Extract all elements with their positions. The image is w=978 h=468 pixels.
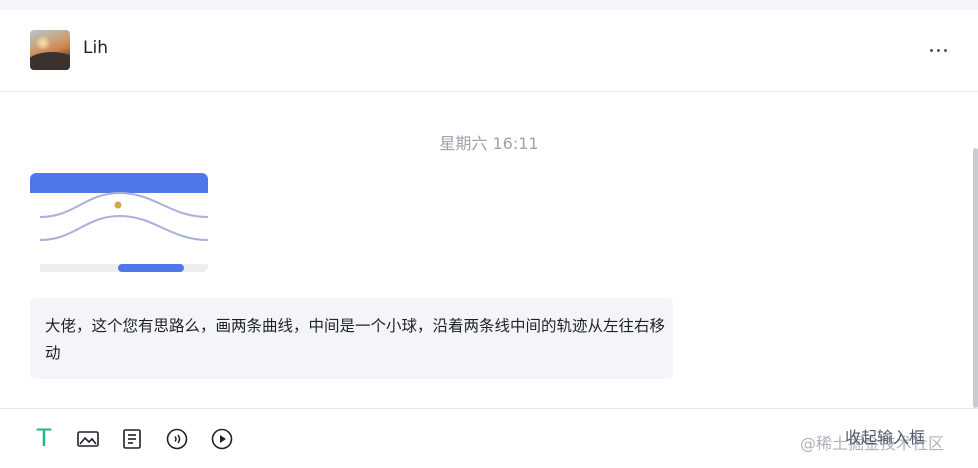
text-icon[interactable]: T — [32, 424, 56, 452]
avatar-ridge — [30, 52, 70, 70]
avatar[interactable] — [30, 30, 70, 70]
more-dot — [944, 49, 947, 52]
image-message[interactable] — [30, 173, 208, 272]
collapse-input-button[interactable]: 收起输入框 — [845, 424, 925, 448]
image-icon[interactable] — [76, 427, 100, 451]
more-options-icon[interactable] — [926, 38, 952, 62]
text-message: 大佬，这个您有思路么，画两条曲线，中间是一个小球，沿着两条线中间的轨迹从左往右移… — [45, 317, 666, 362]
chat-header: Lih — [0, 10, 978, 92]
scrollbar[interactable] — [973, 148, 978, 408]
file-icon[interactable] — [120, 427, 144, 451]
message-timestamp: 星期六 16:11 — [439, 134, 539, 153]
video-icon[interactable] — [210, 427, 234, 451]
input-toolbar: T @稀土掘金技术社区 收起输入框 — [0, 408, 978, 468]
more-dot — [937, 49, 940, 52]
text-message-bubble: 大佬，这个您有思路么，画两条曲线，中间是一个小球，沿着两条线中间的轨迹从左往右移… — [30, 298, 673, 379]
audio-icon[interactable] — [165, 427, 189, 451]
top-strip — [0, 0, 978, 10]
avatar-sun — [34, 36, 52, 50]
image-preview — [30, 191, 208, 272]
more-dot — [930, 49, 933, 52]
message-list: 星期六 16:11 大佬，这个您有思路么，画两条曲线，中间是一个小球，沿着两条线… — [0, 92, 978, 408]
contact-name[interactable]: Lih — [83, 38, 108, 58]
